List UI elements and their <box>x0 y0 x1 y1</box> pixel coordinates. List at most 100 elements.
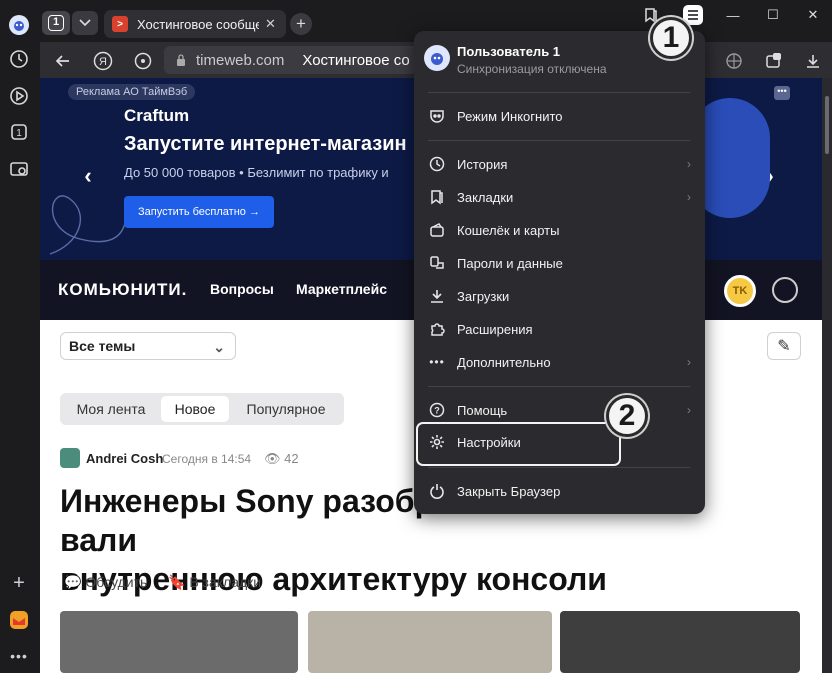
article-image-1[interactable] <box>60 611 298 673</box>
scrollbar-thumb[interactable] <box>825 96 829 154</box>
author-name[interactable]: Andrei Cosh <box>86 451 163 466</box>
topic-filter-select[interactable]: Все темы ⌄ <box>60 332 236 360</box>
scrollbar[interactable] <box>822 78 832 673</box>
url-field[interactable]: timeweb.com Хостинговое со <box>164 46 424 74</box>
ad-cta-button[interactable]: Запустить бесплатно → <box>124 196 274 228</box>
window-close-icon[interactable]: ✕ <box>798 5 828 25</box>
maximize-icon[interactable]: ☐ <box>758 5 788 25</box>
url-page-title: Хостинговое со <box>302 51 410 69</box>
svg-text:1: 1 <box>16 128 22 139</box>
ad-label: Реклама АО ТаймВэб <box>68 84 196 100</box>
tab-my-feed[interactable]: Моя лента <box>64 396 158 422</box>
chevron-right-icon: › <box>687 355 691 369</box>
download-icon <box>428 287 446 305</box>
wallet-icon <box>428 221 446 239</box>
browser-sidebar: 1 + ••• <box>0 0 40 673</box>
close-icon[interactable]: ✕ <box>265 16 276 32</box>
site-logo[interactable]: КОМЬЮНИТИ. <box>58 280 187 300</box>
play-icon[interactable] <box>8 85 30 107</box>
discuss-button[interactable]: 💬 Обсудить <box>64 574 147 591</box>
svg-text:?: ? <box>434 406 440 416</box>
ad-more-icon[interactable]: ••• <box>774 86 790 100</box>
topic-filter-value: Все темы <box>69 338 136 354</box>
chevron-right-icon: › <box>687 403 691 417</box>
tab-count-button[interactable]: 1 <box>42 11 70 35</box>
tab-new[interactable]: Новое <box>161 396 229 422</box>
menu-item-label: Закладки <box>457 189 514 205</box>
author-avatar[interactable] <box>60 448 80 468</box>
views-count: 👁 42 <box>264 451 299 467</box>
add-icon[interactable]: + <box>8 572 30 594</box>
prev-arrow-icon[interactable]: ‹ <box>78 163 98 188</box>
lock-icon <box>177 54 185 66</box>
screenshot-icon[interactable] <box>8 158 30 180</box>
chevron-right-icon: › <box>687 190 691 204</box>
yandex-icon[interactable]: Я <box>92 50 114 72</box>
menu-item-incognito[interactable]: Режим Инкогнито <box>414 101 705 131</box>
url-domain: timeweb.com <box>196 51 285 69</box>
menu-item-downloads[interactable]: Загрузки <box>414 281 705 311</box>
minimize-icon[interactable]: — <box>718 5 748 25</box>
chevron-down-icon <box>79 19 91 27</box>
feed-tabs: Моя лента Новое Популярное <box>60 393 344 425</box>
menu-item-label: Пароли и данные <box>457 255 563 271</box>
step-badge-2: 2 <box>606 395 648 437</box>
nav-questions[interactable]: Вопросы <box>210 281 274 297</box>
article-image-3[interactable] <box>560 611 800 673</box>
menu-item-label: Кошелёк и карты <box>457 222 560 238</box>
more-dots-icon: ••• <box>429 355 445 369</box>
bookmark-button[interactable]: 🔖 В закладки <box>168 574 261 591</box>
menu-item-passwords[interactable]: Пароли и данные <box>414 248 705 278</box>
download-icon[interactable] <box>802 50 824 72</box>
ad-headline: Запустите интернет-магазин <box>124 133 407 155</box>
tools-icon[interactable] <box>132 50 154 72</box>
menu-divider <box>428 467 690 468</box>
menu-divider <box>428 140 690 141</box>
tab-count-label: 1 <box>48 15 64 31</box>
edit-icon[interactable]: ✎ <box>767 332 801 360</box>
menu-divider <box>428 386 690 387</box>
menu-item-label: Дополнительно <box>457 354 551 370</box>
ad-subline: До 50 000 товаров • Безлимит по трафику … <box>124 165 389 180</box>
menu-item-more[interactable]: ••• Дополнительно › <box>414 347 705 377</box>
extensions-icon[interactable] <box>763 50 785 72</box>
menu-item-history[interactable]: История › <box>414 149 705 179</box>
tab-favicon: > <box>112 16 128 32</box>
tab-popular[interactable]: Популярное <box>233 396 339 422</box>
comment-icon: 💬 <box>64 574 82 590</box>
post-time: Сегодня в 14:54 <box>162 452 252 466</box>
discuss-label: Обсудить <box>85 574 148 590</box>
menu-item-label: История <box>457 156 508 172</box>
menu-item-wallet[interactable]: Кошелёк и карты <box>414 215 705 245</box>
menu-item-label: Закрыть Браузер <box>457 483 561 499</box>
avatar[interactable] <box>424 45 450 71</box>
history-icon[interactable] <box>8 48 30 70</box>
article-image-2[interactable] <box>308 611 552 673</box>
menu-user-name[interactable]: Пользователь 1 <box>457 44 560 59</box>
mail-icon[interactable] <box>8 609 30 631</box>
bookmark-icon: 🔖 <box>168 574 186 590</box>
svg-text:Я: Я <box>99 56 107 68</box>
menu-item-label: Режим Инкогнито <box>457 108 563 124</box>
user-icon[interactable] <box>772 277 798 303</box>
nav-marketplace[interactable]: Маркетплейс <box>296 281 387 297</box>
menu-item-bookmarks[interactable]: Закладки › <box>414 182 705 212</box>
key-icon <box>428 254 446 272</box>
menu-item-quit[interactable]: Закрыть Браузер <box>414 476 705 506</box>
more-icon[interactable]: ••• <box>8 645 30 667</box>
tab-count-icon[interactable]: 1 <box>8 121 30 143</box>
new-tab-button[interactable]: + <box>290 13 312 35</box>
browser-tab[interactable]: > Хостинговое сообщест ✕ <box>104 10 286 38</box>
puzzle-icon <box>428 320 446 338</box>
back-icon[interactable] <box>52 50 74 72</box>
history-icon <box>428 155 446 173</box>
profile-icon[interactable] <box>8 14 30 36</box>
menu-item-help[interactable]: ? Помощь › <box>414 395 705 425</box>
views-value: 42 <box>284 451 299 466</box>
menu-item-extensions[interactable]: Расширения <box>414 314 705 344</box>
avatar[interactable]: TK <box>724 275 756 307</box>
tabs-dropdown-button[interactable] <box>72 11 98 35</box>
help-icon: ? <box>428 401 446 419</box>
chevron-right-icon: › <box>687 157 691 171</box>
protect-icon[interactable] <box>723 50 745 72</box>
